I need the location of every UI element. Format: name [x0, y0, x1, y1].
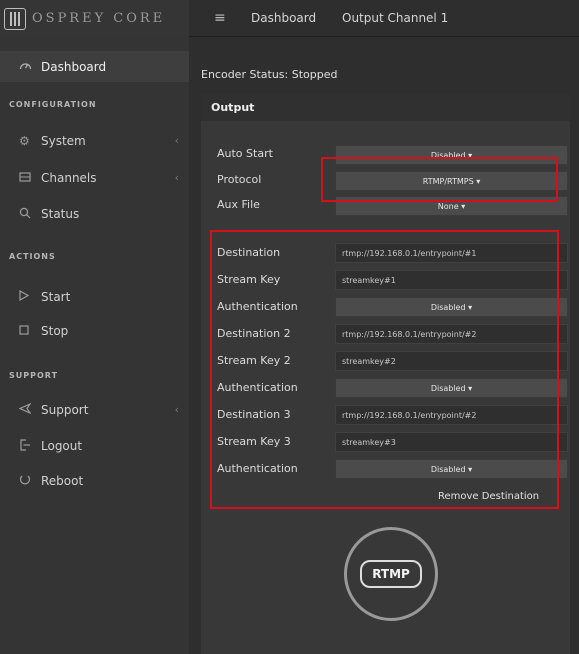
chevron-left-icon: ‹: [174, 134, 179, 147]
section-actions: ACTIONS: [9, 252, 56, 261]
stop-icon: [19, 324, 41, 338]
auto-start-label: Auto Start: [217, 147, 273, 160]
logout-icon: [19, 438, 41, 454]
section-configuration: CONFIGURATION: [9, 100, 97, 109]
sidebar-item-label: Channels: [41, 171, 97, 185]
panel-title: Output: [211, 101, 255, 114]
aux-file-label: Aux File: [217, 198, 260, 211]
panel-header: Output: [201, 94, 570, 121]
rtmp-start-button[interactable]: RTMP: [344, 527, 438, 621]
search-icon: [19, 207, 41, 222]
sidebar-item-start[interactable]: Start: [0, 284, 189, 310]
top-bar: OSPREY CORE ≡ Dashboard Output Channel 1: [0, 0, 579, 37]
sidebar-item-label: Reboot: [41, 474, 84, 488]
sidebar-item-channels[interactable]: Channels ‹: [0, 165, 189, 191]
sidebar-item-label: Support: [41, 403, 89, 417]
breadcrumb-dashboard[interactable]: Dashboard: [251, 11, 316, 25]
send-icon: [18, 402, 41, 417]
brand-name: OSPREY CORE: [32, 11, 166, 26]
sidebar-item-support[interactable]: Support ‹: [0, 397, 189, 423]
sidebar-item-label: System: [41, 134, 86, 148]
sidebar-item-logout[interactable]: Logout: [0, 433, 189, 459]
chevron-left-icon: ‹: [174, 403, 179, 416]
sidebar: Dashboard CONFIGURATION ⚙ System ‹ Chann…: [0, 37, 189, 654]
sidebar-item-label: Status: [41, 207, 80, 221]
section-support: SUPPORT: [9, 371, 59, 380]
sidebar-item-dashboard[interactable]: Dashboard: [0, 54, 189, 80]
breadcrumb-output-channel[interactable]: Output Channel 1: [342, 11, 448, 25]
destinations-highlight-box: [210, 230, 559, 509]
logo-mark-icon: [4, 7, 26, 30]
gear-icon: ⚙: [19, 134, 30, 148]
sidebar-item-system[interactable]: ⚙ System ‹: [0, 128, 189, 154]
encoder-status: Encoder Status: Stopped: [201, 68, 338, 81]
sidebar-item-status[interactable]: Status: [0, 201, 189, 227]
sidebar-item-reboot[interactable]: Reboot: [0, 468, 189, 494]
protocol-highlight-box: [321, 157, 558, 202]
sidebar-item-label: Dashboard: [41, 60, 107, 74]
sidebar-item-label: Start: [41, 290, 71, 304]
rtmp-label: RTMP: [360, 560, 422, 588]
channels-icon: [19, 171, 41, 185]
chevron-left-icon: ‹: [174, 171, 179, 184]
dashboard-gauge-icon: [19, 60, 41, 74]
logo[interactable]: OSPREY CORE: [0, 0, 189, 37]
protocol-label: Protocol: [217, 173, 262, 186]
sidebar-item-label: Stop: [41, 324, 69, 338]
sidebar-item-stop[interactable]: Stop: [0, 318, 189, 344]
sidebar-item-label: Logout: [41, 439, 83, 453]
play-icon: [19, 289, 41, 304]
hamburger-menu-icon[interactable]: ≡: [214, 10, 226, 26]
reboot-icon: [19, 474, 41, 489]
